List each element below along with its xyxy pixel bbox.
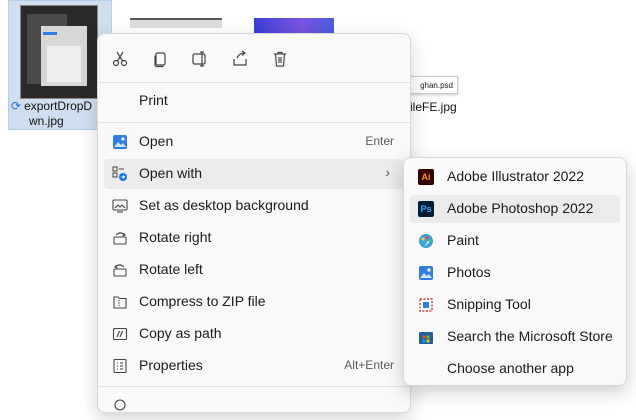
file-name-line1: exportDropD [24, 99, 93, 113]
submenu-item-label: Search the Microsoft Store [447, 328, 613, 344]
menu-item-rotate-left[interactable]: Rotate left [104, 255, 404, 285]
photos-icon [418, 265, 434, 281]
illustrator-badge: Ai [418, 169, 434, 185]
menu-item-print[interactable]: Print [104, 86, 404, 116]
sync-status-icon: ⟳ [11, 99, 22, 113]
more-options-icon [112, 397, 128, 413]
background-file-thumbnail[interactable] [130, 18, 222, 28]
file-name-line2: wn.jpg [29, 114, 64, 128]
background-file-name: ileFE.jpg [410, 100, 457, 114]
copy-button[interactable] [147, 46, 173, 72]
menu-item-label: Open with [139, 165, 203, 181]
zip-icon [112, 294, 128, 310]
delete-icon [274, 51, 286, 67]
snipping-tool-icon [418, 297, 434, 313]
cut-button[interactable] [107, 46, 133, 72]
chevron-right-icon: › [385, 164, 390, 180]
properties-icon [112, 358, 128, 374]
submenu-item-paint[interactable]: Paint [410, 227, 620, 255]
submenu-item-microsoft-store[interactable]: Search the Microsoft Store [410, 323, 620, 351]
delete-button[interactable] [267, 46, 293, 72]
desktop-background-icon [112, 198, 128, 214]
share-button[interactable] [227, 46, 253, 72]
menu-item-open-with[interactable]: Open with › [104, 159, 404, 189]
submenu-item-snipping-tool[interactable]: Snipping Tool [410, 291, 620, 319]
copy-path-icon [112, 326, 128, 342]
submenu-item-label: Choose another app [447, 360, 574, 376]
photoshop-badge: Ps [418, 201, 434, 217]
menu-item-copy-as-path[interactable]: Copy as path [104, 319, 404, 349]
submenu-item-label: Snipping Tool [447, 296, 531, 312]
rename-button[interactable] [187, 46, 213, 72]
submenu-item-label: Paint [447, 232, 479, 248]
file-name: ⟳ exportDropD wn.jpg [11, 99, 111, 129]
menu-item-label: Open [139, 133, 174, 149]
menu-item-properties[interactable]: Properties Alt+Enter [104, 351, 404, 381]
submenu-item-photos[interactable]: Photos [410, 259, 620, 287]
rotate-right-icon [112, 230, 128, 246]
menu-item-label: Rotate right [139, 229, 212, 245]
menu-item-label: Compress to ZIP file [139, 293, 266, 309]
rename-icon [192, 51, 206, 67]
menu-separator [98, 386, 410, 387]
submenu-item-choose-another-app[interactable]: Choose another app [410, 355, 620, 383]
cut-icon [112, 51, 128, 67]
open-with-submenu: Ai Adobe Illustrator 2022 Ps Adobe Photo… [403, 157, 627, 386]
illustrator-icon: Ai [418, 169, 434, 185]
open-with-icon [112, 166, 128, 182]
photoshop-icon: Ps [418, 201, 434, 217]
share-icon [233, 50, 247, 66]
menu-item-shortcut: Enter [365, 134, 394, 148]
menu-item-rotate-right[interactable]: Rotate right [104, 223, 404, 253]
menu-item-label: Set as desktop background [139, 197, 309, 213]
file-thumbnail [20, 5, 98, 99]
menu-item-compress-zip[interactable]: Compress to ZIP file [104, 287, 404, 317]
store-icon [418, 329, 434, 345]
menu-separator [98, 82, 410, 83]
rotate-left-icon [112, 262, 128, 278]
context-menu-toolbar [98, 34, 410, 82]
submenu-item-photoshop[interactable]: Ps Adobe Photoshop 2022 [410, 195, 620, 223]
copy-icon [154, 52, 166, 68]
paint-icon [418, 233, 434, 249]
menu-item-more-options[interactable] [104, 390, 404, 420]
photos-icon [112, 134, 128, 150]
submenu-item-label: Adobe Photoshop 2022 [447, 200, 594, 216]
menu-item-open[interactable]: Open Enter [104, 127, 404, 157]
submenu-item-label: Adobe Illustrator 2022 [447, 168, 584, 184]
menu-item-shortcut: Alt+Enter [344, 358, 394, 372]
menu-separator [98, 122, 410, 123]
menu-item-label: Properties [139, 357, 203, 373]
submenu-item-label: Photos [447, 264, 491, 280]
menu-item-label: Print [139, 92, 168, 108]
submenu-item-illustrator[interactable]: Ai Adobe Illustrator 2022 [410, 163, 620, 191]
menu-item-set-desktop-background[interactable]: Set as desktop background [104, 191, 404, 221]
context-menu: Print Open Enter Open with › Set as desk… [97, 33, 411, 413]
menu-item-label: Copy as path [139, 325, 222, 341]
menu-item-label: Rotate left [139, 261, 203, 277]
